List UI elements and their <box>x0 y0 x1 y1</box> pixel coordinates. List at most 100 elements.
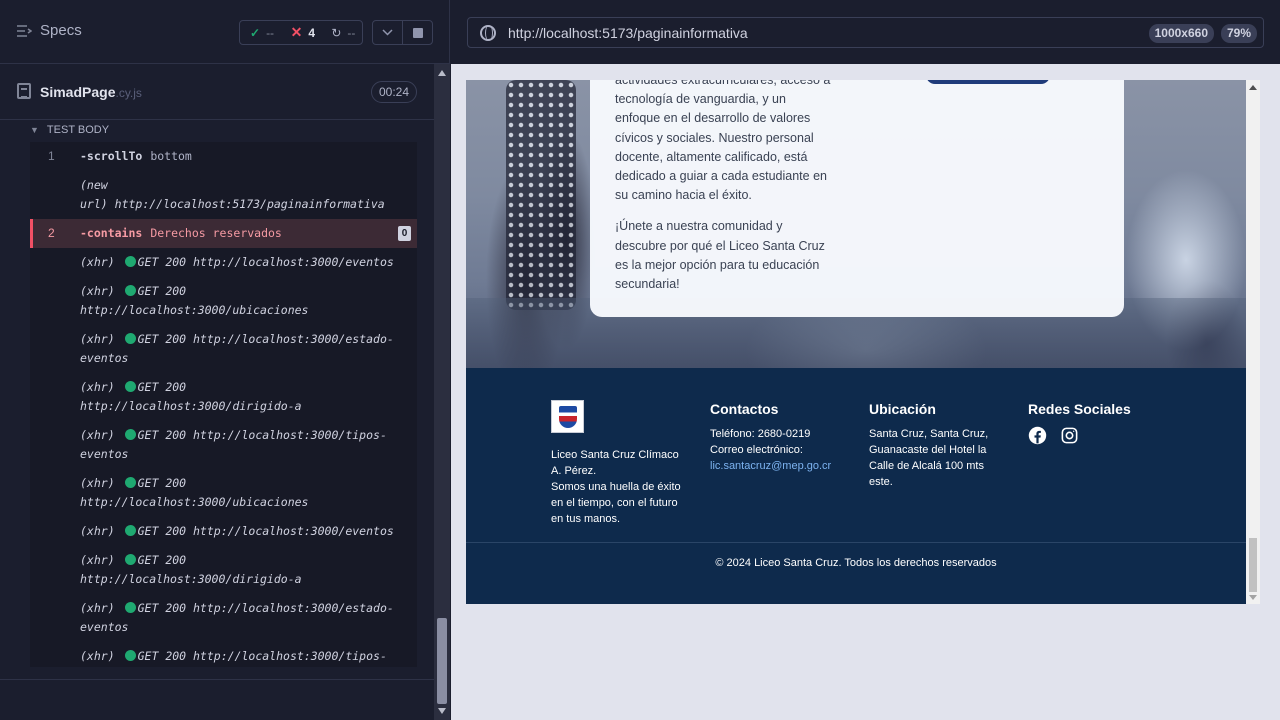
location-title: Ubicación <box>869 401 936 417</box>
aut-header: http://localhost:5173/paginainformativa … <box>451 0 1280 64</box>
site-footer: Liceo Santa Cruz Clímaco A. Pérez. Somos… <box>466 368 1246 604</box>
info-card-text: actividades extracurriculares, acceso a … <box>615 80 831 306</box>
stop-button[interactable] <box>402 20 433 45</box>
check-icon: ✓ <box>250 25 261 40</box>
url-bar[interactable]: http://localhost:5173/paginainformativa … <box>467 17 1264 48</box>
scrollbar-thumb[interactable] <box>1249 538 1257 592</box>
globe-icon <box>480 25 496 41</box>
info-card: actividades extracurriculares, acceso a … <box>590 80 1124 317</box>
phone-text: Teléfono: 2680-0219 <box>710 428 811 440</box>
xhr-log-item[interactable]: (xhr) GET 200 http://localhost:3000/event… <box>30 248 417 277</box>
command-message: bottom <box>150 149 192 163</box>
stop-icon <box>412 27 423 38</box>
hero-image: actividades extracurriculares, acceso a … <box>466 80 1246 368</box>
info-page: actividades extracurriculares, acceso a … <box>466 80 1246 604</box>
copyright-text: © 2024 Liceo Santa Cruz. Todos los derec… <box>715 557 997 569</box>
app-viewport: actividades extracurriculares, acceso a … <box>466 80 1260 604</box>
command-log: 1 -scrollTo bottom (new url) http://local… <box>30 142 417 667</box>
file-icon <box>17 83 31 99</box>
cypress-runner: Specs ✓ -- ✕ 4 ↻ -- SimadPage.cy.js 00:2… <box>0 0 1280 720</box>
specs-list-icon <box>17 24 32 37</box>
status-dot-icon <box>124 554 136 565</box>
command-message: http://localhost:5173/paginainformativa <box>114 197 385 211</box>
spec-file-row[interactable]: SimadPage.cy.js 00:24 <box>0 64 434 120</box>
school-slogan: Somos una huella de éxito en el tiempo, … <box>551 481 681 525</box>
status-dot-icon <box>124 256 136 267</box>
command-message: Derechos reservados <box>150 226 282 240</box>
specs-button[interactable]: Specs <box>16 22 82 39</box>
scroll-down-icon[interactable] <box>438 708 446 714</box>
status-dot-icon <box>124 477 136 488</box>
xhr-log-item[interactable]: (xhr) GET 200 http://localhost:3000/estad… <box>30 594 417 642</box>
reporter-scrollbar[interactable] <box>434 64 450 720</box>
status-dot-icon <box>124 381 136 392</box>
reporter-footer-divider <box>0 679 434 680</box>
cta-paragraph: ¡Únete a nuestra comunidad y descubre po… <box>615 219 825 292</box>
school-name: Liceo Santa Cruz Clímaco A. Pérez. <box>551 449 679 477</box>
scrollbar-thumb[interactable] <box>437 618 447 704</box>
xhr-request: GET 200 http://localhost:3000/eventos <box>137 255 394 269</box>
specs-label: Specs <box>40 22 82 39</box>
reporter-header: Specs ✓ -- ✕ 4 ↻ -- <box>0 0 450 64</box>
command-number: 2 <box>48 226 55 240</box>
test-body-toggle[interactable]: ▼ TEST BODY <box>30 124 109 136</box>
pending-spinner-icon: ↻ <box>331 25 342 40</box>
email-link[interactable]: lic.santacruz@mep.go.cr <box>710 458 860 474</box>
status-dot-icon <box>124 525 136 536</box>
spec-file-name: SimadPage.cy.js <box>40 84 142 100</box>
contacts-title: Contactos <box>710 401 779 417</box>
xhr-tag: (xhr) <box>80 284 115 298</box>
page-scrollbar[interactable] <box>1246 80 1260 604</box>
pending-count: -- <box>347 25 356 40</box>
xhr-tag: (xhr) <box>80 428 115 442</box>
email-label: Correo electrónico: <box>710 444 803 456</box>
command-new-url[interactable]: (new url) http://localhost:5173/paginain… <box>30 171 417 219</box>
command-name: -contains <box>80 226 143 240</box>
school-logo <box>551 400 584 433</box>
command-number: 1 <box>48 149 55 163</box>
options-dropdown-button[interactable] <box>372 20 403 45</box>
xhr-log-item[interactable]: (xhr) GET 200 http://localhost:3000/dirig… <box>30 373 417 421</box>
command-scrollto[interactable]: 1 -scrollTo bottom <box>30 142 417 171</box>
scroll-down-icon[interactable] <box>1249 595 1257 600</box>
scroll-up-icon[interactable] <box>1249 85 1257 90</box>
viewport-size-badge[interactable]: 1000x660 <box>1148 24 1214 43</box>
failed-stat: ✕ 4 <box>281 24 322 41</box>
status-dot-icon <box>124 602 136 613</box>
social-title: Redes Sociales <box>1028 401 1131 417</box>
instagram-icon[interactable] <box>1060 426 1079 445</box>
xhr-log-item[interactable]: (xhr) GET 200 http://localhost:3000/ubica… <box>30 277 417 325</box>
card-button[interactable] <box>926 80 1050 84</box>
spec-name: SimadPage <box>40 84 116 100</box>
hero-decoration <box>506 80 576 310</box>
command-contains-failed[interactable]: 2 -contains Derechos reservados 0 <box>30 219 417 248</box>
xhr-tag: (xhr) <box>80 332 115 346</box>
chevron-down-icon <box>382 29 393 36</box>
xhr-tag: (xhr) <box>80 553 115 567</box>
zoom-badge[interactable]: 79% <box>1220 24 1257 43</box>
reporter-panel: Specs ✓ -- ✕ 4 ↻ -- SimadPage.cy.js 00:2… <box>0 0 450 720</box>
xhr-log-item[interactable]: (xhr) GET 200 http://localhost:3000/ubica… <box>30 469 417 517</box>
xhr-log-item[interactable]: (xhr) GET 200 http://localhost:3000/tipos… <box>30 421 417 469</box>
xhr-tag: (xhr) <box>80 601 115 615</box>
footer-location: Ubicación Santa Cruz, Santa Cruz, Guanac… <box>869 400 999 490</box>
passed-stat: ✓ -- <box>240 26 281 40</box>
chevron-down-icon: ▼ <box>30 125 39 135</box>
status-dot-icon <box>124 285 136 296</box>
xhr-log-item[interactable]: (xhr) GET 200 http://localhost:3000/event… <box>30 517 417 546</box>
xhr-log-item[interactable]: (xhr) GET 200 http://localhost:3000/tipos… <box>30 642 417 667</box>
facebook-icon[interactable] <box>1028 426 1047 445</box>
address-text: Santa Cruz, Santa Cruz, Guanacaste del H… <box>869 428 989 488</box>
social-links <box>1028 426 1168 445</box>
xhr-log-item[interactable]: (xhr) GET 200 http://localhost:3000/estad… <box>30 325 417 373</box>
status-dot-icon <box>124 650 136 661</box>
scroll-up-icon[interactable] <box>438 70 446 76</box>
footer-social: Redes Sociales <box>1028 400 1168 445</box>
spec-extension: .cy.js <box>115 86 142 100</box>
aut-panel: http://localhost:5173/paginainformativa … <box>451 0 1280 720</box>
footer-divider <box>466 542 1246 543</box>
xhr-log-item[interactable]: (xhr) GET 200 http://localhost:3000/dirig… <box>30 546 417 594</box>
failed-count: 4 <box>308 25 316 40</box>
xhr-tag: (xhr) <box>80 255 115 269</box>
status-dot-icon <box>124 333 136 344</box>
